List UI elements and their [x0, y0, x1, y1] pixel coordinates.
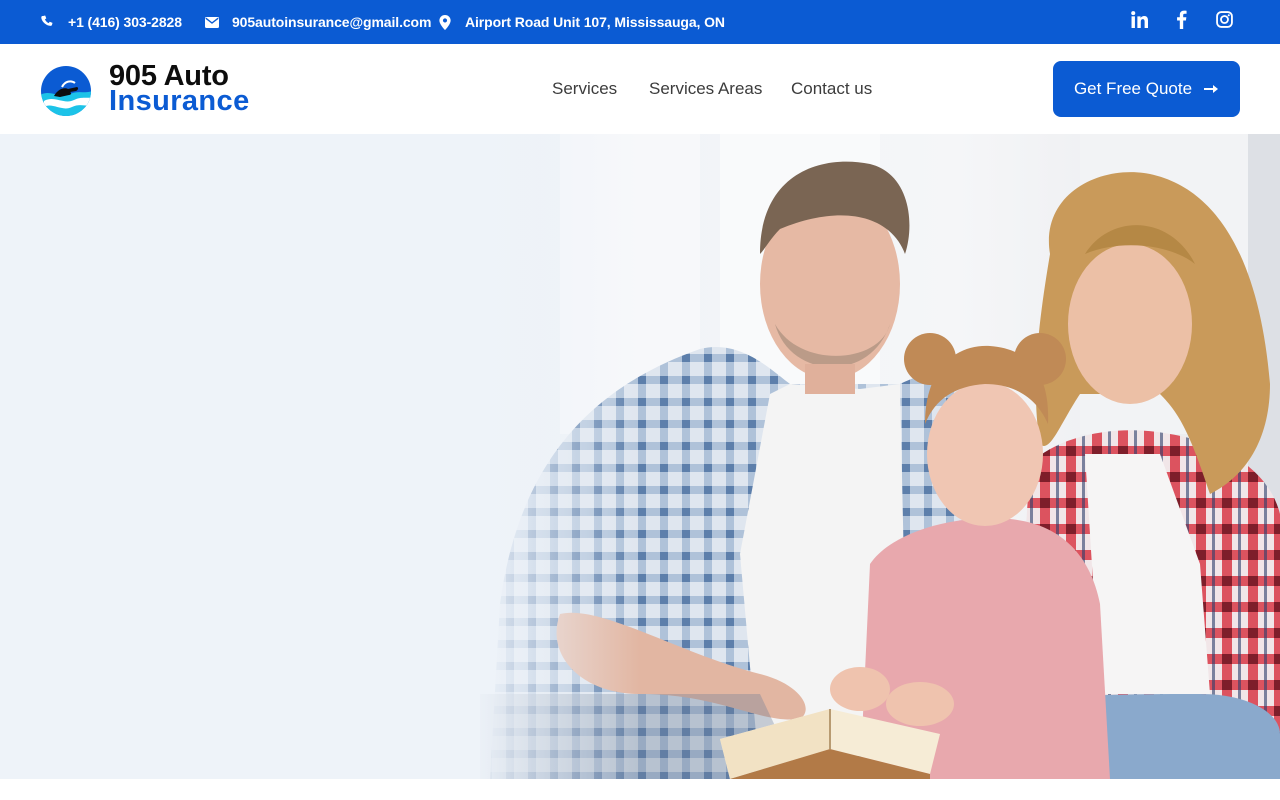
instagram-icon — [1215, 11, 1233, 33]
hero-section — [0, 134, 1280, 779]
phone-number: +1 (416) 303-2828 — [68, 14, 182, 30]
quote-button-label: Get Free Quote — [1073, 79, 1193, 98]
phone-icon — [40, 15, 54, 29]
site-header: 905 Auto Insurance Services Services Are… — [0, 44, 1280, 134]
map-pin-icon — [439, 14, 451, 30]
logo-mark-icon — [41, 66, 91, 116]
address-text: Airport Road Unit 107, Mississauga, ON — [465, 14, 725, 30]
site-logo[interactable]: 905 Auto Insurance — [40, 60, 265, 117]
logo-text-line2: Insurance — [109, 85, 250, 117]
arrow-right-icon — [1204, 84, 1219, 94]
contact-address[interactable]: Airport Road Unit 107, Mississauga, ON — [439, 0, 725, 44]
linkedin-icon — [1130, 11, 1148, 33]
top-info-bar: +1 (416) 303-2828 905autoinsurance@gmail… — [0, 0, 1280, 44]
hero-family-image — [0, 134, 1280, 779]
nav-item-contact[interactable]: Contact us — [791, 79, 872, 99]
nav-item-services[interactable]: Services — [552, 79, 617, 99]
nav-item-services-areas[interactable]: Services Areas — [649, 79, 762, 99]
envelope-icon — [205, 16, 219, 28]
instagram-link[interactable] — [1213, 0, 1235, 44]
email-address: 905autoinsurance@gmail.com — [232, 14, 432, 30]
linkedin-link[interactable] — [1128, 0, 1150, 44]
get-free-quote-button[interactable]: Get Free Quote — [1053, 61, 1240, 117]
facebook-link[interactable] — [1170, 0, 1192, 44]
contact-email[interactable]: 905autoinsurance@gmail.com — [205, 0, 431, 44]
contact-phone[interactable]: +1 (416) 303-2828 — [40, 0, 182, 44]
facebook-icon — [1176, 10, 1187, 34]
